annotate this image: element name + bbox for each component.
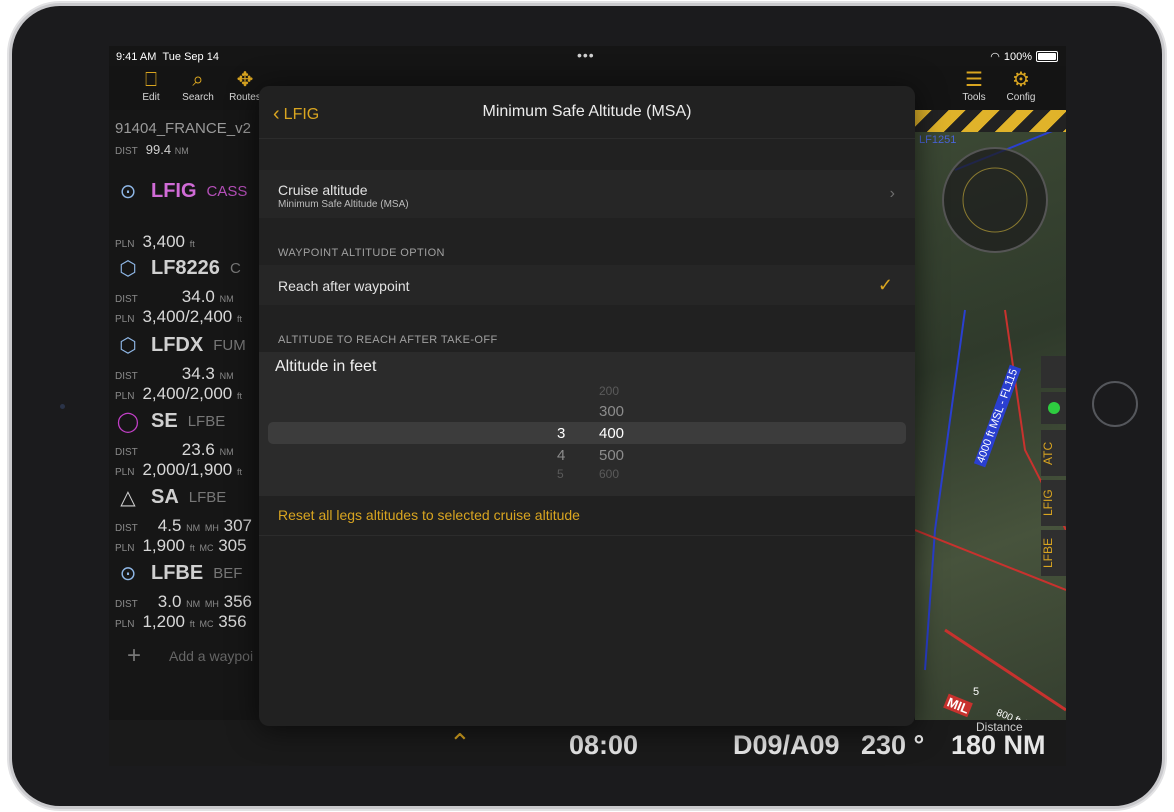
- wifi-icon: ◠: [990, 51, 1000, 63]
- eta-value: 08:00: [569, 730, 639, 760]
- reset-altitudes-button[interactable]: Reset all legs altitudes to selected cru…: [278, 507, 580, 523]
- picker-option[interactable]: 600: [599, 467, 619, 481]
- vor-icon: ⬡: [119, 334, 137, 357]
- picker-option[interactable]: 300: [599, 403, 624, 420]
- search-icon: ⌕: [192, 69, 204, 91]
- vor-icon: ⬡: [119, 257, 137, 280]
- chevron-right-icon: ›: [889, 185, 895, 202]
- battery-icon: [1036, 51, 1058, 62]
- config-button[interactable]: ⚙ Config: [996, 68, 1046, 103]
- status-bar: 9:41 AM Tue Sep 14 ••• ◠ 100%: [109, 46, 1066, 66]
- route-name[interactable]: 91404_FRANCE_v2: [115, 120, 251, 137]
- edit-button[interactable]: ⎕ Edit: [126, 68, 176, 103]
- map-side-tab[interactable]: [1041, 356, 1066, 388]
- side-tab-lfbe[interactable]: LFBE: [1041, 530, 1066, 576]
- hazard-stripe: [915, 110, 1066, 132]
- divider: [259, 535, 915, 536]
- route-distance: DIST 99.4 NM: [115, 142, 189, 157]
- side-tab-lfig[interactable]: LFIG: [1041, 480, 1066, 526]
- waypoint-altitude-section-header: WAYPOINT ALTITUDE OPTION: [278, 247, 445, 259]
- plus-icon: +: [127, 642, 142, 669]
- picker-option[interactable]: 200: [599, 384, 619, 398]
- multitask-dots[interactable]: •••: [577, 47, 595, 63]
- checkmark-icon: ✓: [877, 275, 893, 295]
- add-waypoint-button[interactable]: + Add a waypoi: [109, 640, 261, 680]
- route-panel: 91404_FRANCE_v2 DIST 99.4 NM ⊙ LFIG CASS PL…: [109, 110, 261, 710]
- picker-title: Altitude in feet: [275, 358, 377, 375]
- heading-value: 230 °: [861, 730, 925, 760]
- side-tab-atc[interactable]: ATC: [1041, 430, 1066, 476]
- modal-header: ‹ LFIG Minimum Safe Altitude (MSA): [259, 86, 915, 139]
- cruise-altitude-row[interactable]: Cruise altitude Minimum Safe Altitude (M…: [259, 170, 915, 218]
- picker-option[interactable]: 4: [557, 447, 565, 464]
- status-indicator: [1041, 392, 1066, 424]
- picker-selected-value[interactable]: 400: [599, 425, 624, 442]
- status-time: 9:41 AM Tue Sep 14: [116, 51, 219, 63]
- picker-selection-band: [268, 422, 906, 444]
- menu-icon: ☰: [965, 69, 983, 91]
- picker-option[interactable]: 500: [599, 447, 624, 464]
- expand-up-icon[interactable]: ⌃: [449, 728, 471, 759]
- distance-value: 180 NM: [951, 730, 1046, 760]
- battery-indicator: ◠ 100%: [990, 50, 1058, 63]
- picker-left-selected[interactable]: 3: [557, 425, 565, 442]
- msa-modal: ‹ LFIG Minimum Safe Altitude (MSA) Cruis…: [259, 86, 915, 726]
- picker-option[interactable]: 5: [557, 467, 564, 481]
- gear-icon: ⚙: [1012, 69, 1030, 91]
- home-button[interactable]: [1092, 381, 1138, 427]
- altitude-picker[interactable]: Altitude in feet 200 300 3 400 4 500 5 6…: [259, 352, 915, 496]
- padlock-icon: ⎕: [145, 69, 157, 91]
- front-camera: [60, 404, 65, 409]
- triangle-icon: △: [120, 486, 136, 509]
- compass-rose[interactable]: [942, 147, 1048, 253]
- airport-icon: ⊙: [119, 562, 137, 585]
- dept-arrival-value: D09/A09: [733, 730, 840, 760]
- battery-percent: 100%: [1003, 50, 1032, 63]
- modal-title: Minimum Safe Altitude (MSA): [482, 103, 692, 120]
- airport-icon: ⊙: [119, 180, 137, 203]
- reach-after-waypoint-option[interactable]: Reach after waypoint ✓: [259, 265, 915, 305]
- airspace-label: LF1251: [919, 134, 957, 146]
- altitude-takeoff-section-header: ALTITUDE TO REACH AFTER TAKE-OFF: [278, 334, 498, 346]
- ring-icon: ◯: [116, 410, 140, 433]
- search-button[interactable]: ⌕ Search: [173, 68, 223, 103]
- tools-button[interactable]: ☰ Tools: [949, 68, 999, 103]
- map-scale: 5: [973, 686, 980, 698]
- map-view[interactable]: LF1251 4000 ft MSL - FL115 MIL 800 ft AG…: [915, 110, 1066, 720]
- bottom-bar: ⌃ 08:00 D09/A09 230 ° Distance 180 NM: [109, 720, 1066, 766]
